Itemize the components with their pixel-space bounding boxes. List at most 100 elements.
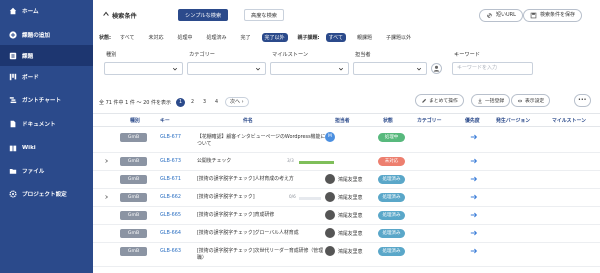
table-row[interactable]: GmB GLB-663 [技術の誤字脱字チェック]次世代リーダー育成研修（管理職…: [93, 243, 600, 267]
bulk-import-label: 一括登録: [485, 99, 505, 104]
type-select[interactable]: [104, 62, 183, 75]
col-milestone[interactable]: マイルストーン: [552, 117, 586, 124]
table-row[interactable]: GmB GLB-662 [技術の誤字脱字チェック] 0/6 鴻尾友里恵 処理済み: [93, 189, 600, 207]
chevron-down-icon: [338, 67, 344, 71]
chevron-down-icon: [416, 67, 422, 71]
table-row[interactable]: GmB GLB-671 [技術の誤字脱字チェック]人材育成の考え方 鴻尾友里恵 …: [93, 171, 600, 189]
table-row[interactable]: GmB GLB-665 [技術の誤字脱字チェック]育成研修 鴻尾友里恵 処理済み: [93, 207, 600, 225]
issue-summary[interactable]: [技術の誤字脱字チェック]育成研修: [197, 212, 327, 219]
page-4[interactable]: 4: [212, 98, 221, 107]
wiki-icon: [8, 143, 17, 152]
page-3[interactable]: 3: [200, 98, 209, 107]
issue-key-link[interactable]: GLB-671: [160, 176, 181, 182]
assignee-name: 鴻尾友里恵: [338, 177, 363, 183]
bulk-action-button[interactable]: まとめて操作: [415, 94, 464, 107]
sidebar-item-gantt[interactable]: ガントチャート: [0, 89, 93, 110]
sidebar-item-add-issue[interactable]: 課題の追加: [0, 24, 93, 45]
status-option-closed[interactable]: 完了: [238, 33, 254, 42]
issue-type-badge: GmB: [120, 193, 147, 202]
col-version[interactable]: 発生バージョン: [496, 117, 530, 124]
issue-summary[interactable]: [技術の誤字脱字チェック]次世代リーダー育成研修（管理職）: [197, 248, 327, 261]
sidebar: ホーム 課題の追加 課題 ボード ガントチャート ドキュメント Wiki ファイ…: [0, 0, 93, 273]
sidebar-item-project-settings[interactable]: プロジェクト設定: [0, 183, 93, 204]
chevron-right-icon[interactable]: [104, 158, 109, 164]
sidebar-item-home[interactable]: ホーム: [0, 0, 93, 21]
keyword-input[interactable]: キーワードを入力: [452, 62, 533, 75]
page-1[interactable]: 1: [176, 97, 186, 107]
col-summary[interactable]: 件名: [243, 117, 253, 124]
col-type[interactable]: 種別: [130, 117, 140, 124]
status-option-resolved[interactable]: 処理済み: [203, 33, 229, 42]
parent-option-parent[interactable]: 親課題: [354, 33, 375, 42]
issue-summary[interactable]: [技術の誤字脱字チェック]グローバル人材育成: [197, 230, 327, 237]
arrows-icon: [517, 99, 523, 102]
sidebar-item-documents[interactable]: ドキュメント: [0, 113, 93, 134]
table-row[interactable]: GmB GLB-673 公開後チェック 3/3 未対応: [93, 153, 600, 171]
status-option-not-closed[interactable]: 完了以外: [261, 32, 288, 42]
issue-key-link[interactable]: GLB-665: [160, 212, 181, 218]
milestone-select[interactable]: [270, 62, 349, 75]
parent-option-all[interactable]: すべて: [325, 32, 346, 42]
status-badge: 処理中: [378, 133, 405, 142]
issue-summary[interactable]: [技術の誤字脱字チェック]人材育成の考え方: [197, 176, 327, 183]
bulk-import-button[interactable]: 一括登録: [471, 94, 511, 107]
sidebar-item-issues[interactable]: 課題: [0, 45, 93, 66]
status-badge: 処理済み: [378, 211, 405, 220]
avatar: [325, 210, 335, 220]
next-page-button[interactable]: 次へ ›: [225, 97, 249, 107]
category-select[interactable]: [187, 62, 266, 75]
col-status[interactable]: 状態: [383, 117, 393, 124]
subtask-progress-bar: [299, 161, 334, 164]
assignee-name: 鴻尾友里恵: [338, 195, 363, 201]
status-option-open[interactable]: 未対応: [145, 33, 166, 42]
results-summary: 全 71 件中 1 件 〜 20 件を表示: [99, 99, 172, 106]
col-priority[interactable]: 優先度: [465, 117, 480, 124]
issue-key-link[interactable]: GLB-662: [160, 194, 181, 200]
list-icon: [8, 51, 17, 60]
my-assignee-icon[interactable]: [431, 63, 442, 74]
issue-type-badge: GmB: [120, 175, 147, 184]
sidebar-item-label: 課題: [22, 53, 34, 60]
status-option-all[interactable]: すべて: [117, 33, 137, 42]
sidebar-item-wiki[interactable]: Wiki: [0, 137, 93, 158]
issue-type-badge: GmB: [120, 133, 147, 142]
short-url-label: 短いURL: [496, 12, 516, 18]
priority-normal-icon: [470, 134, 478, 140]
more-actions-button[interactable]: •••: [574, 94, 591, 107]
issue-type-badge: GmB: [120, 211, 147, 220]
page-2[interactable]: 2: [188, 98, 197, 107]
sidebar-item-board[interactable]: ボード: [0, 66, 93, 87]
tab-simple-search[interactable]: シンプルな検索: [178, 9, 229, 21]
chevron-right-icon[interactable]: [104, 194, 109, 200]
sidebar-item-label: ドキュメント: [22, 121, 56, 128]
sidebar-item-label: プロジェクト設定: [22, 191, 67, 198]
priority-normal-icon: [470, 158, 478, 164]
short-url-button[interactable]: 短いURL: [479, 9, 523, 22]
table-row[interactable]: GmB GLB-664 [技術の誤字脱字チェック]グローバル人材育成 鴻尾友里恵…: [93, 225, 600, 243]
table-header: 種別 キー 件名 担当者 状態 カテゴリー 優先度 発生バージョン マイルストー…: [93, 113, 600, 127]
save-search-label: 検索条件を保存: [540, 12, 576, 18]
issue-key-link[interactable]: GLB-677: [160, 134, 181, 140]
import-icon: [478, 98, 482, 103]
issue-key-link[interactable]: GLB-673: [160, 158, 181, 164]
assignee-select[interactable]: [353, 62, 427, 75]
sidebar-item-files[interactable]: ファイル: [0, 160, 93, 181]
issue-key-link[interactable]: GLB-664: [160, 230, 181, 236]
save-search-button[interactable]: 検索条件を保存: [523, 9, 583, 22]
sidebar-item-label: 課題の追加: [22, 32, 50, 39]
subtask-progress-text: 0/6: [289, 194, 296, 199]
tab-advanced-search[interactable]: 高度な検索: [244, 9, 284, 21]
display-settings-button[interactable]: 表示設定: [511, 94, 551, 107]
col-key[interactable]: キー: [160, 117, 170, 124]
col-category[interactable]: カテゴリー: [417, 117, 441, 124]
parent-option-not-child[interactable]: 子課題以外: [383, 33, 414, 42]
chevron-up-icon[interactable]: [102, 10, 110, 18]
assignee-name: 鴻尾友里恵: [338, 249, 363, 255]
issue-key-link[interactable]: GLB-663: [160, 248, 181, 254]
search-title: 検索条件: [112, 13, 137, 20]
issue-summary[interactable]: 【花棚確認】顧客インタビューページのWordpress機能について: [197, 134, 327, 147]
col-assignee[interactable]: 担当者: [335, 117, 350, 124]
status-option-in-progress[interactable]: 処理中: [174, 33, 195, 42]
issue-type-badge: GmB: [120, 247, 147, 256]
table-row[interactable]: GmB GLB-677 【花棚確認】顧客インタビューページのWordpress機…: [93, 129, 600, 153]
